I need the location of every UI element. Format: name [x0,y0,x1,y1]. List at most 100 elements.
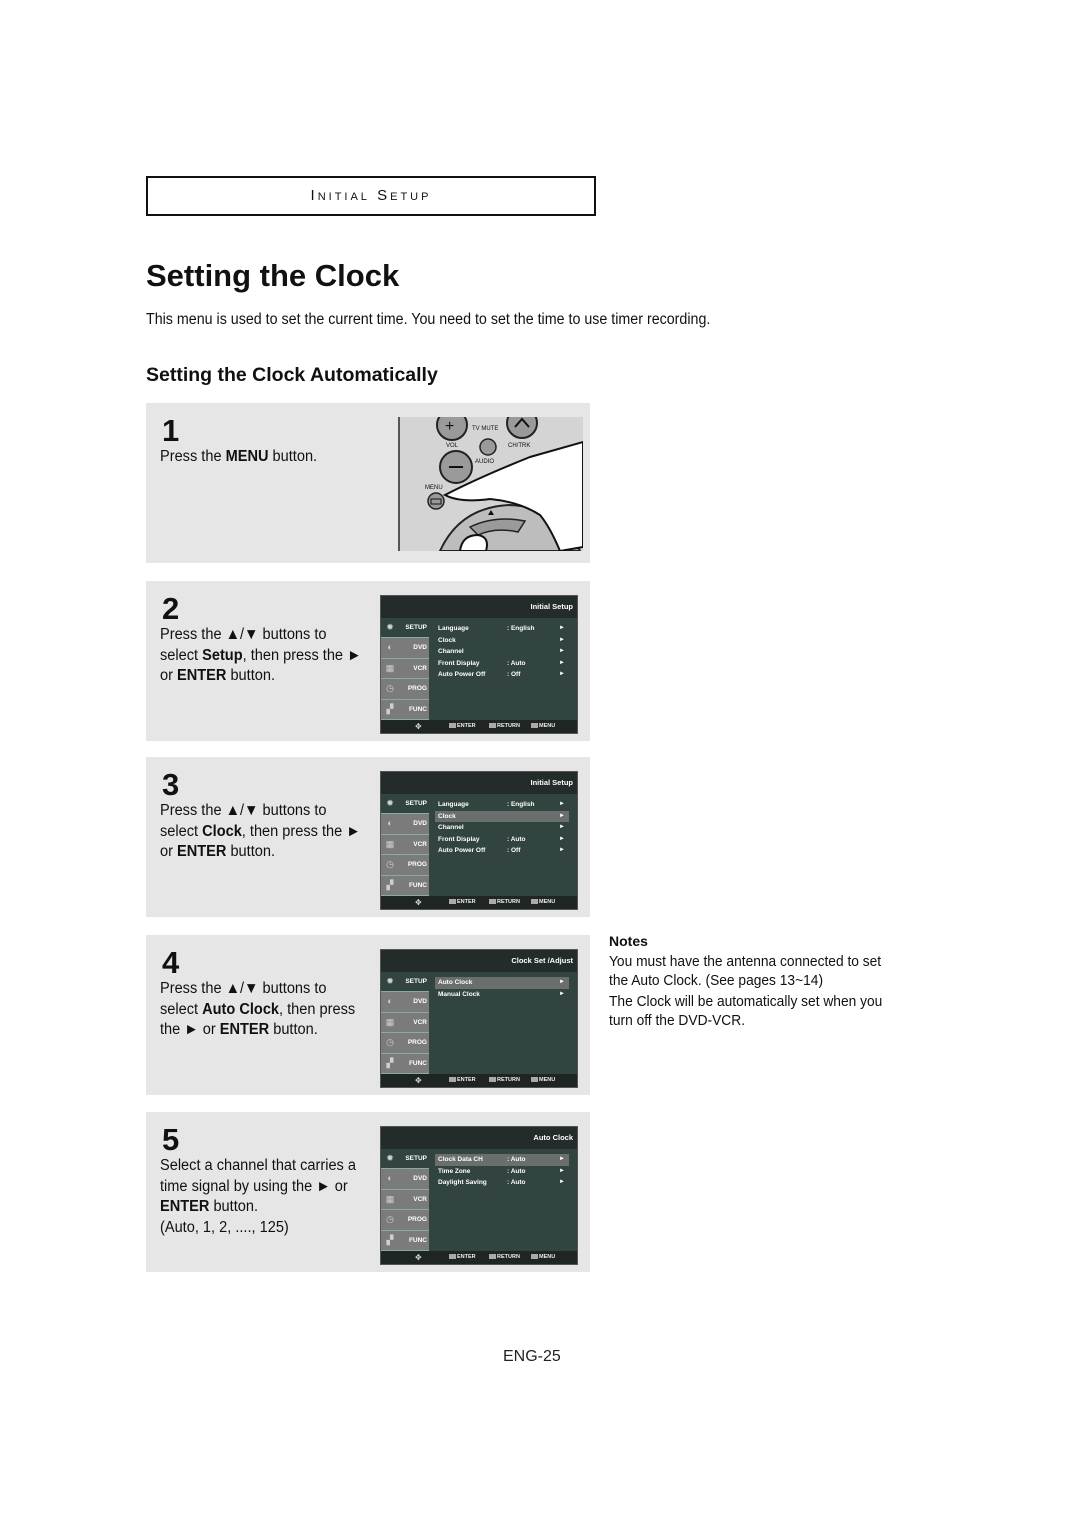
osd-row-label: Auto Power Off [438,847,486,854]
step-number: 2 [162,591,180,626]
clock-icon: ◷ [386,1214,394,1225]
osd-sidebar-label: SETUP [405,978,427,985]
enter-label: ENTER [457,1077,476,1083]
osd-sidebar-item-vcr: ▦ VCR [381,834,429,856]
osd-row-value: : English [507,625,535,632]
right-arrow-icon: ► [559,1179,565,1185]
osd-footer: ✥ ENTER RETURN MENU [381,1074,577,1087]
osd-row-value: : Auto [507,835,526,843]
svg-text:VOL: VOL [446,443,459,449]
function-icon: ▞ [386,1057,394,1068]
osd-footer: ✥ ENTER RETURN MENU [381,896,577,909]
osd-sidebar-label: VCR [413,1018,427,1026]
step-5: 5 Select a channel that carries a time s… [146,1112,590,1272]
osd-sidebar-label: DVD [413,998,427,1006]
osd-sidebar-label: VCR [413,1195,427,1203]
osd-menu-row: Clock ► [435,810,569,822]
menu-keyword: MENU [225,448,269,465]
step-number: 4 [162,945,180,980]
osd-row-label: Time Zone [438,1167,471,1175]
osd-menu-row: Clock ► [435,635,569,647]
osd-menu-row: Channel ► [435,646,569,658]
auto-clock-keyword: Auto Clock [202,1000,280,1018]
function-icon: ▞ [386,1234,394,1245]
text: button. [268,448,318,465]
osd-row-label: Auto Power Off [438,671,486,678]
osd-sidebar-label: PROG [407,1216,427,1224]
step-instruction: Press the MENU button. [160,447,367,468]
osd-menu-row: Manual Clock ► [435,989,569,1001]
function-icon: ▞ [386,703,394,714]
osd-row-label: Clock [438,636,456,644]
enter-icon [449,1077,456,1083]
osd-sidebar-label: FUNC [408,705,427,713]
right-arrow-icon: ► [559,648,565,654]
osd-sidebar: ✹ SETUP ◐ DVD ▦ VCR ◷ PROG ▞ FUNC [381,618,429,720]
step-3: 3 Press the ▲/▼ buttons to select Clock,… [146,757,590,917]
osd-row-label: Clock [438,812,456,820]
menu-icon [531,723,538,729]
osd-footer-return: RETURN [489,1077,520,1083]
osd-menu-row: Time Zone: Auto ► [435,1166,569,1178]
osd-header: Initial Setup [381,772,577,794]
enter-icon [449,899,456,905]
enter-label: ENTER [457,1254,476,1260]
return-label: RETURN [497,723,520,729]
step-4: 4 Press the ▲/▼ buttons to select Auto C… [146,935,590,1095]
enter-keyword: ENTER [160,1198,210,1215]
svg-text:MENU: MENU [425,485,443,491]
dvd-icon: ◐ [387,1173,393,1184]
osd-screen: Auto Clock ✹ SETUP ◐ DVD ▦ VCR ◷ PROG ▞ FUNC Clock … [380,1126,578,1265]
dvd-icon: ◐ [387,996,393,1007]
osd-menu-row: Front Display: Auto ► [435,834,569,846]
enter-icon [449,723,456,729]
osd-sidebar-item-setup: ✹ SETUP [381,1149,429,1170]
return-label: RETURN [497,899,520,905]
osd-sidebar-label: FUNC [408,1059,427,1067]
osd-row-label: Language [438,801,469,808]
osd-sidebar-label: SETUP [405,624,427,631]
osd-menu: Auto Clock ► Manual Clock ► [435,977,569,1000]
step-instruction: Press the ▲/▼ buttons to select Setup, t… [160,625,367,687]
osd-sidebar-label: SETUP [405,1155,427,1162]
osd-footer-return: RETURN [489,1254,520,1260]
osd-header-title: Clock Set /Adjust [511,956,573,965]
gear-icon: ✹ [386,1153,394,1163]
right-arrow-icon: ► [559,1167,565,1174]
osd-header: Clock Set /Adjust [381,950,577,972]
osd-sidebar-item-dvd: ◐ DVD [381,638,429,659]
osd-sidebar: ✹ SETUP ◐ DVD ▦ VCR ◷ PROG ▞ FUNC [381,972,429,1074]
function-icon: ▞ [386,879,394,890]
osd-footer-return: RETURN [489,899,520,905]
section-header-box: Initial Setup [146,176,596,216]
return-icon [489,1254,496,1260]
osd-row-value: : Auto [507,659,526,667]
osd-sidebar-label: DVD [413,820,427,828]
text: button. [226,843,276,860]
osd-row-value: : Off [507,847,521,854]
osd-sidebar-item-func: ▞ FUNC [381,699,429,720]
clock-icon: ◷ [386,1037,394,1048]
osd-sidebar-item-dvd: ◐ DVD [381,814,429,835]
osd-sidebar: ✹ SETUP ◐ DVD ▦ VCR ◷ PROG ▞ FUNC [381,794,429,896]
osd-sidebar-item-func: ▞ FUNC [381,1230,429,1251]
step-1: 1 Press the MENU button. + TV MUTE VOL C… [146,403,590,563]
step-2: 2 Press the ▲/▼ buttons to select Setup,… [146,581,590,741]
svg-text:AUDIO: AUDIO [475,459,494,465]
intro-text: This menu is used to set the current tim… [146,311,711,328]
osd-footer: ✥ ENTER RETURN MENU [381,720,577,733]
right-arrow-icon: ► [559,625,565,631]
return-label: RETURN [497,1254,520,1260]
notes: Notes You must have the antenna connecte… [609,933,929,1033]
osd-sidebar-item-vcr: ▦ VCR [381,658,429,680]
osd-row-label: Manual Clock [438,990,480,998]
osd-header-title: Auto Clock [533,1133,573,1142]
svg-text:CH/TRK: CH/TRK [508,443,530,449]
remote-hand-icon: + TV MUTE VOL CH/TRK AUDIO MENU [400,417,583,551]
clock-icon: ◷ [386,859,394,870]
navigation-pad-icon: ✥ [415,1076,422,1085]
osd-footer-menu: MENU [531,1077,555,1083]
right-arrow-icon: ► [559,812,565,819]
note-item: You must have the antenna connected to s… [609,954,882,989]
vcr-icon: ▦ [385,1193,395,1204]
